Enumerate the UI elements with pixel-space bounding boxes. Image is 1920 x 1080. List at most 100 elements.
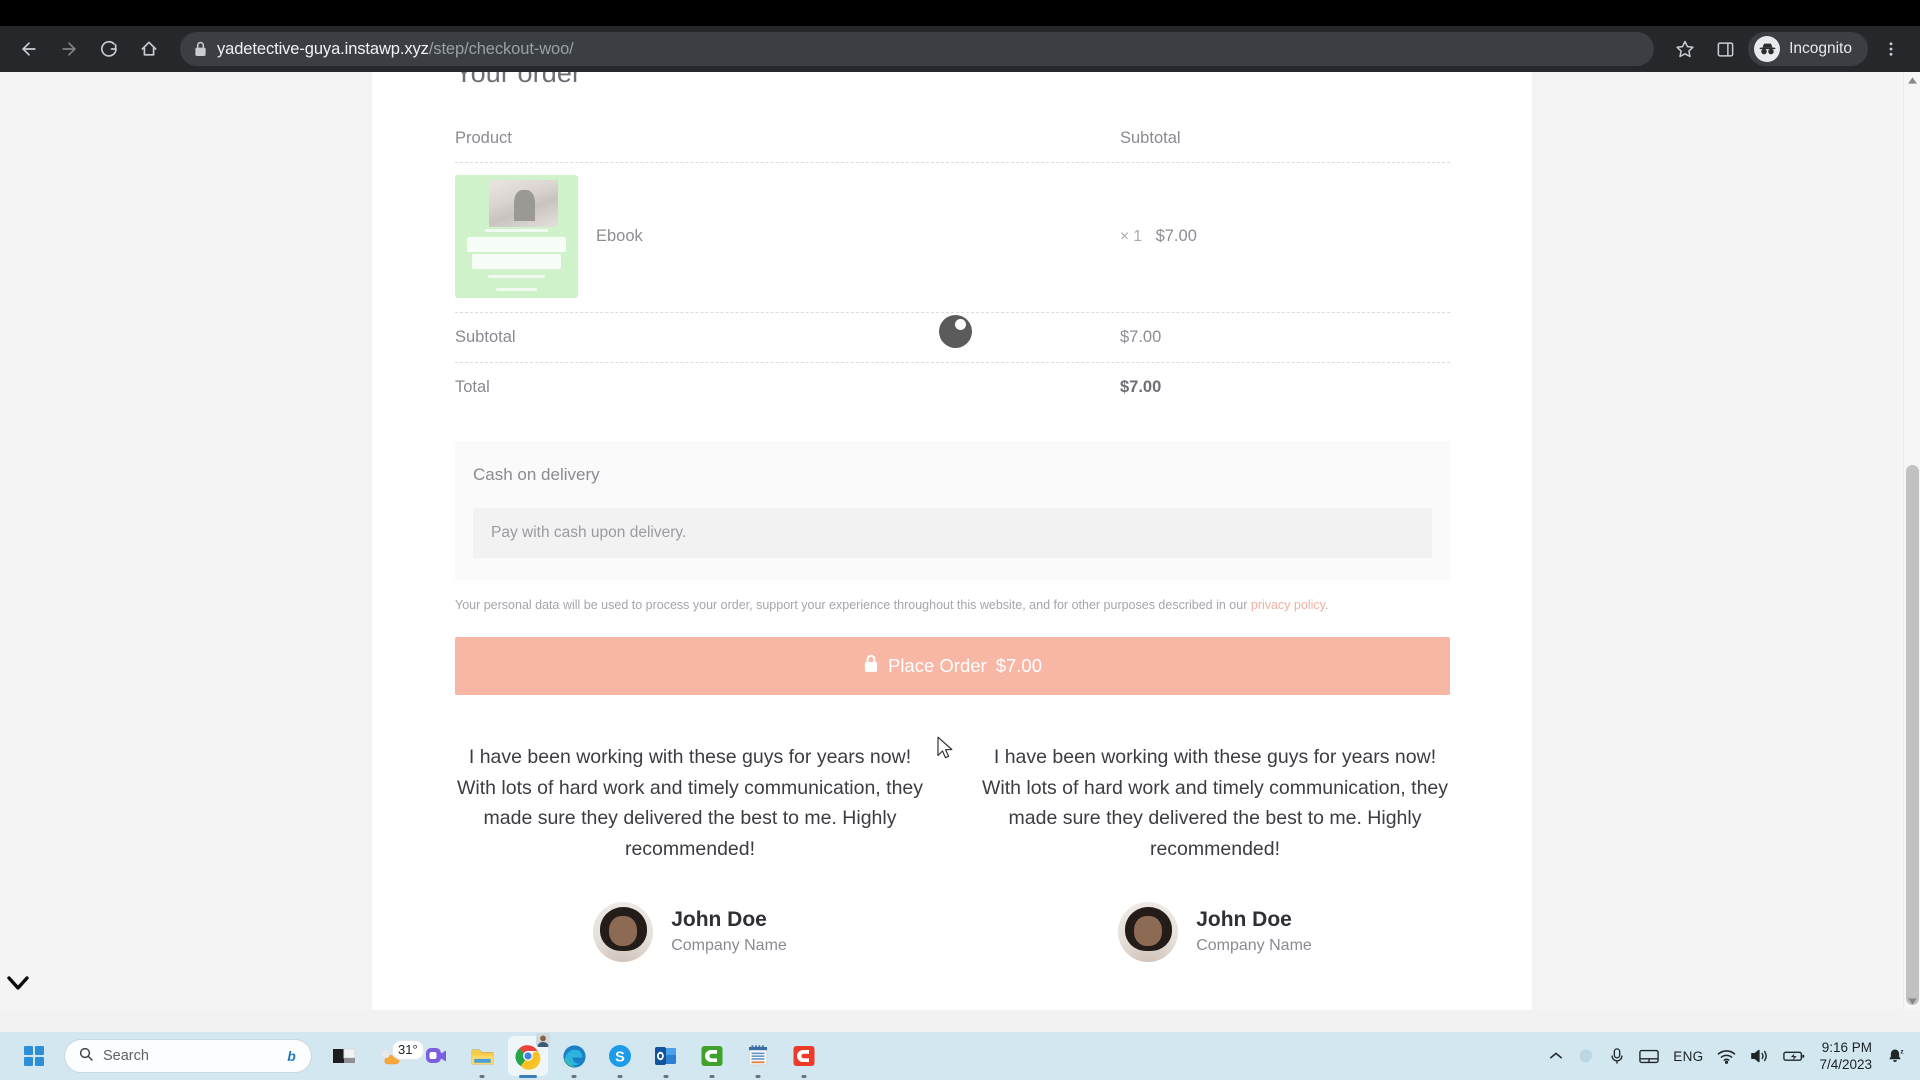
place-order-amount: $7.00 [995,654,1042,676]
payment-methods-box: Cash on delivery Pay with cash upon deli… [455,441,1450,580]
order-line-amount-cell: × 1 $7.00 [1120,227,1450,246]
place-order-label: Place Order [887,654,987,676]
scrollbar-down-arrow-icon[interactable] [1904,993,1920,1010]
total-amount: $7.00 [1120,378,1162,396]
checkout-content: Your order Product Subtotal Ebook × 1 $7… [455,72,1450,962]
order-table-header: Product Subtotal [455,129,1450,163]
notification-bell-icon[interactable]: z [1886,1047,1904,1065]
tray-overflow-chevron-icon[interactable] [1549,1051,1563,1061]
profile-incognito-chip[interactable]: Incognito [1748,32,1868,66]
clock[interactable]: 9:16 PM 7/4/2023 [1819,1039,1872,1074]
battery-icon[interactable] [1783,1049,1805,1063]
column-header-subtotal: Subtotal [1120,129,1181,147]
taskbar-app-chrome[interactable] [508,1033,550,1078]
page-scrollbar[interactable] [1903,72,1920,1010]
privacy-policy-note: Your personal data will be used to proce… [455,596,1450,615]
scroll-down-chevron-icon[interactable] [5,973,31,998]
tray-copilot-icon[interactable] [1577,1047,1595,1065]
product-thumbnail-finance-basics-icon [455,175,578,298]
scrollbar-up-arrow-icon[interactable] [1904,72,1920,89]
start-button[interactable] [14,1036,54,1076]
taskbar-app-outlook[interactable] [646,1036,686,1078]
browser-toolbar: yadetective-guya.instawp.xyz/step/checko… [0,26,1920,72]
place-order-button[interactable]: Place Order $7.00 [455,636,1450,695]
testimonial-author: John Doe Company Name [980,901,1450,962]
order-line-item: Ebook × 1 $7.00 [455,163,1450,313]
taskbar-app-chat[interactable] [416,1036,456,1076]
taskbar-app-notepad[interactable] [738,1036,778,1078]
taskbar-app-camtasia-recorder[interactable] [784,1036,824,1078]
subtotal-amount: $7.00 [1120,328,1162,346]
avatar [593,901,654,962]
your-order-heading: Your order [455,72,582,88]
testimonial-author: John Doe Company Name [455,901,925,962]
taskbar-app-widgets[interactable] [324,1036,364,1076]
testimonial-company: Company Name [671,937,787,955]
testimonial-quote: I have been working with these guys for … [981,745,1449,861]
home-icon[interactable] [130,30,168,68]
bookmark-star-icon[interactable] [1666,30,1704,68]
windows-logo-icon [23,1045,45,1067]
privacy-policy-link[interactable]: privacy policy [1251,598,1325,612]
language-indicator[interactable]: ENG [1673,1049,1703,1064]
clock-date: 7/4/2023 [1819,1057,1872,1072]
reload-icon[interactable] [90,30,128,68]
testimonials-section: I have been working with these guys for … [455,742,1450,962]
total-label: Total [455,378,490,396]
taskbar-app-camtasia[interactable] [692,1036,732,1078]
checkout-page-card: Your order Product Subtotal Ebook × 1 $7… [372,72,1532,1010]
subtotal-label: Subtotal [455,328,516,346]
wifi-icon[interactable] [1717,1049,1736,1064]
forward-icon[interactable] [50,30,88,68]
taskbar-app-weather[interactable]: 31° [370,1036,424,1076]
address-bar[interactable]: yadetective-guya.instawp.xyz/step/checko… [180,32,1655,66]
privacy-note-text: Your personal data will be used to proce… [455,598,1251,612]
product-amount: $7.00 [1155,227,1197,245]
taskbar-app-skype[interactable]: S [600,1036,640,1078]
chrome-profile-avatar-icon [536,1033,550,1047]
side-panel-icon[interactable] [1706,30,1744,68]
search-input[interactable]: Search b [64,1039,312,1073]
product-name: Ebook [596,227,643,245]
touchpad-icon[interactable] [1639,1049,1660,1064]
microphone-icon[interactable] [1609,1047,1625,1065]
web-page-viewport: Your order Product Subtotal Ebook × 1 $7… [0,72,1920,1010]
taskbar-app-file-explorer[interactable] [462,1036,502,1078]
payment-method-description: Pay with cash upon delivery. [473,508,1432,558]
svg-text:z: z [1900,1048,1903,1055]
browser-chrome: yadetective-guya.instawp.xyz/step/checko… [0,0,1920,72]
testimonial-company: Company Name [1196,937,1312,955]
volume-icon[interactable] [1750,1048,1769,1064]
column-header-product: Product [455,129,512,147]
taskbar-app-edge[interactable] [554,1036,594,1078]
svg-text:S: S [615,1050,625,1066]
privacy-note-period: . [1324,598,1329,612]
mouse-cursor [937,736,954,766]
scrollbar-thumb[interactable] [1906,465,1919,1005]
clock-time: 9:16 PM [1821,1039,1872,1055]
search-placeholder-label: Search [103,1048,149,1064]
testimonial-card: I have been working with these guys for … [980,742,1450,962]
incognito-label: Incognito [1789,40,1852,57]
testimonial-card: I have been working with these guys for … [455,742,925,962]
system-tray: ENG 9:16 PM 7/4/2023 z [1549,1039,1920,1074]
site-security-lock-icon [194,41,207,57]
avatar [1118,901,1179,962]
windows-taskbar: Search b 31° S ENG 9:16 PM 7/4/2023 z [0,1032,1920,1080]
lock-icon [863,654,879,678]
taskbar-app-area: Search b 31° S [0,1033,824,1078]
chrome-menu-icon[interactable] [1872,30,1910,68]
order-total-row: Total $7.00 [455,363,1450,412]
testimonial-name: John Doe [1196,908,1292,932]
order-review-table: Product Subtotal Ebook × 1 $7.00 Subtota… [455,129,1450,412]
payment-method-cash-on-delivery[interactable]: Cash on delivery [473,465,1432,485]
loading-spinner-icon [939,315,972,348]
back-icon[interactable] [10,30,48,68]
testimonial-quote: I have been working with these guys for … [456,745,924,861]
testimonial-name: John Doe [671,908,767,932]
tab-strip [0,0,1920,26]
incognito-icon [1754,36,1781,62]
search-icon [78,1046,94,1067]
product-quantity: × 1 [1120,228,1142,245]
bing-icon[interactable]: b [280,1045,303,1068]
